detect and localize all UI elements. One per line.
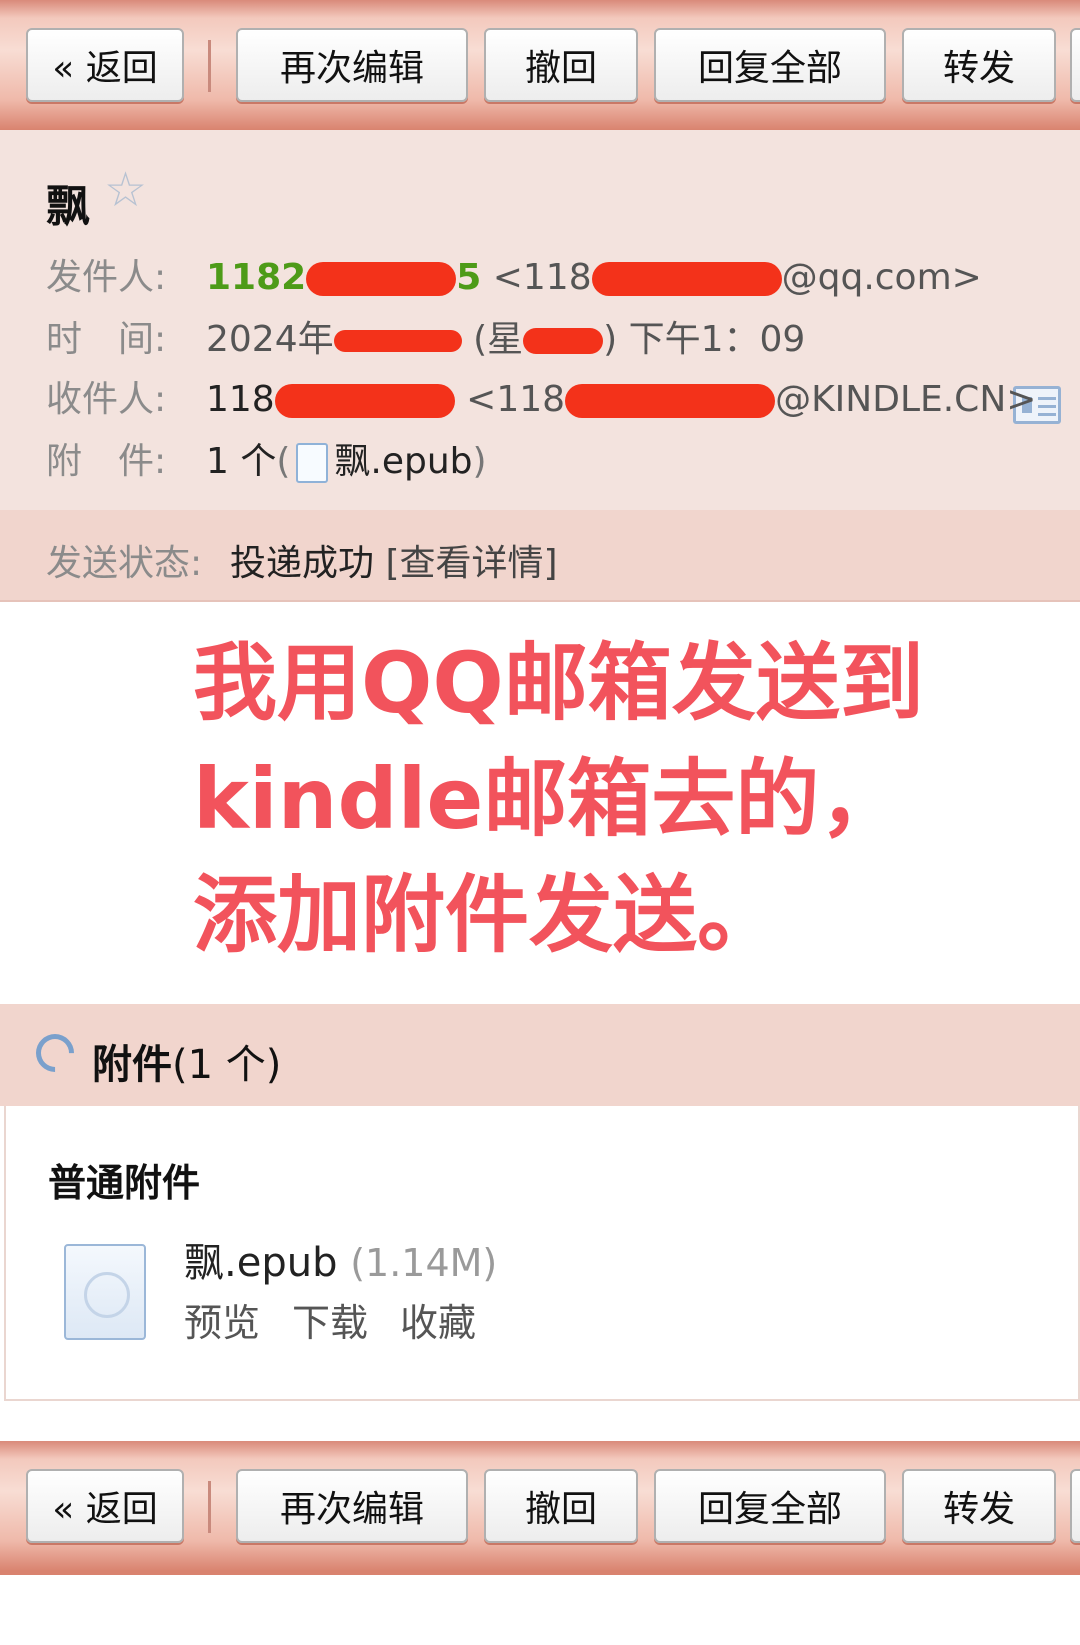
recipient-email-suffix: @KINDLE.CN> [775, 379, 1037, 420]
redaction-mark [523, 328, 604, 354]
file-icon [296, 443, 329, 483]
redaction-mark [591, 262, 782, 296]
attachments-title-label: 附件 [92, 1042, 172, 1088]
attachments-body: 普通附件 飘.epub (1.14M) 预览 下载 收藏 [4, 1106, 1080, 1401]
back-button[interactable]: « 返回 [26, 1469, 184, 1543]
recipient-row: 收件人: 118 <118 @KINDLE.CN> [46, 370, 1036, 422]
time-label: 时 间: [46, 319, 167, 360]
time-weekday-prefix: (星 [473, 319, 524, 360]
recipient-email-prefix: <118 [466, 379, 566, 420]
epub-file-icon[interactable] [64, 1244, 146, 1340]
recipient-name[interactable]: 118 [206, 379, 275, 420]
attachments-title: 附件(1 个) [92, 1032, 281, 1090]
attachment-count: 1 个 [206, 441, 277, 482]
download-link[interactable]: 下载 [292, 1301, 368, 1345]
reply-all-button[interactable]: 回复全部 [654, 28, 886, 102]
status-value: 投递成功 [230, 543, 375, 584]
star-icon[interactable]: ☆ [104, 162, 147, 218]
mail-subject: 飘 [46, 181, 90, 232]
sender-name-tail: 5 [456, 257, 482, 298]
sender-name[interactable]: 1182 [206, 257, 306, 298]
status-details-link[interactable]: [查看详情] [385, 543, 557, 584]
attachment-label: 附 件: [46, 441, 167, 482]
normal-attachments-heading: 普通附件 [48, 1161, 201, 1205]
attachment-file-row: 飘.epub (1.14M) [184, 1230, 497, 1288]
bottom-toolbar: « 返回 再次编辑 撤回 回复全部 转发 [0, 1441, 1080, 1575]
forward-button[interactable]: 转发 [902, 28, 1056, 102]
edit-again-button[interactable]: 再次编辑 [236, 1469, 468, 1543]
attachments-title-count: (1 个) [172, 1042, 282, 1088]
attachment-file-name[interactable]: 飘.epub [184, 1240, 337, 1286]
redaction-mark [306, 262, 457, 296]
edit-again-button[interactable]: 再次编辑 [236, 28, 468, 102]
send-status-bar: 发送状态: 投递成功 [查看详情] [0, 510, 1080, 602]
more-button[interactable] [1070, 28, 1080, 102]
more-button[interactable] [1070, 1469, 1080, 1543]
attachment-file-size: (1.14M) [350, 1241, 498, 1285]
forward-button[interactable]: 转发 [902, 1469, 1056, 1543]
mail-header: 飘 ☆ 发件人: 1182 5 <118 @qq.com> 时 间: 2024年 (星)… [0, 130, 1080, 510]
sender-email-prefix: <118 [492, 257, 592, 298]
attachments-header: 附件(1 个) [0, 1004, 1080, 1106]
annotation-line-3: 添加附件发送。 [193, 866, 782, 964]
paperclip-icon [28, 1026, 82, 1080]
time-prefix: 2024年 [206, 319, 334, 360]
redaction-mark [333, 330, 462, 352]
toolbar-separator [208, 1481, 211, 1533]
toolbar-separator [208, 40, 211, 92]
redaction-mark [565, 384, 776, 418]
status-row: 发送状态: 投递成功 [查看详情] [46, 534, 558, 586]
attachment-link[interactable]: 飘.epub [334, 441, 472, 482]
reply-all-button[interactable]: 回复全部 [654, 1469, 886, 1543]
save-link[interactable]: 收藏 [400, 1301, 476, 1345]
preview-link[interactable]: 预览 [184, 1301, 260, 1345]
back-button[interactable]: « 返回 [26, 28, 184, 102]
attachment-paren-close: ) [472, 441, 487, 482]
sender-label: 发件人: [46, 257, 167, 298]
recall-button[interactable]: 撤回 [484, 28, 638, 102]
top-toolbar: « 返回 再次编辑 撤回 回复全部 转发 [0, 0, 1080, 130]
attachment-paren-open: ( [276, 441, 291, 482]
sender-row: 发件人: 1182 5 <118 @qq.com> [46, 248, 982, 300]
recall-button[interactable]: 撤回 [484, 1469, 638, 1543]
recipient-label: 收件人: [46, 379, 167, 420]
annotation-line-2: kindle邮箱去的， [193, 750, 904, 848]
sender-email-suffix: @qq.com> [781, 257, 982, 298]
attachment-row: 附 件: 1 个( 飘.epub) [46, 432, 487, 484]
status-label: 发送状态: [46, 543, 203, 584]
time-value: 下午1：09 [628, 319, 806, 360]
attachment-actions: 预览 下载 收藏 [184, 1292, 508, 1347]
annotation-line-1: 我用QQ邮箱发送到 [193, 634, 924, 732]
redaction-mark [274, 384, 455, 418]
time-row: 时 间: 2024年 (星) 下午1：09 [46, 310, 805, 362]
time-weekday-suffix: ) [603, 319, 618, 360]
